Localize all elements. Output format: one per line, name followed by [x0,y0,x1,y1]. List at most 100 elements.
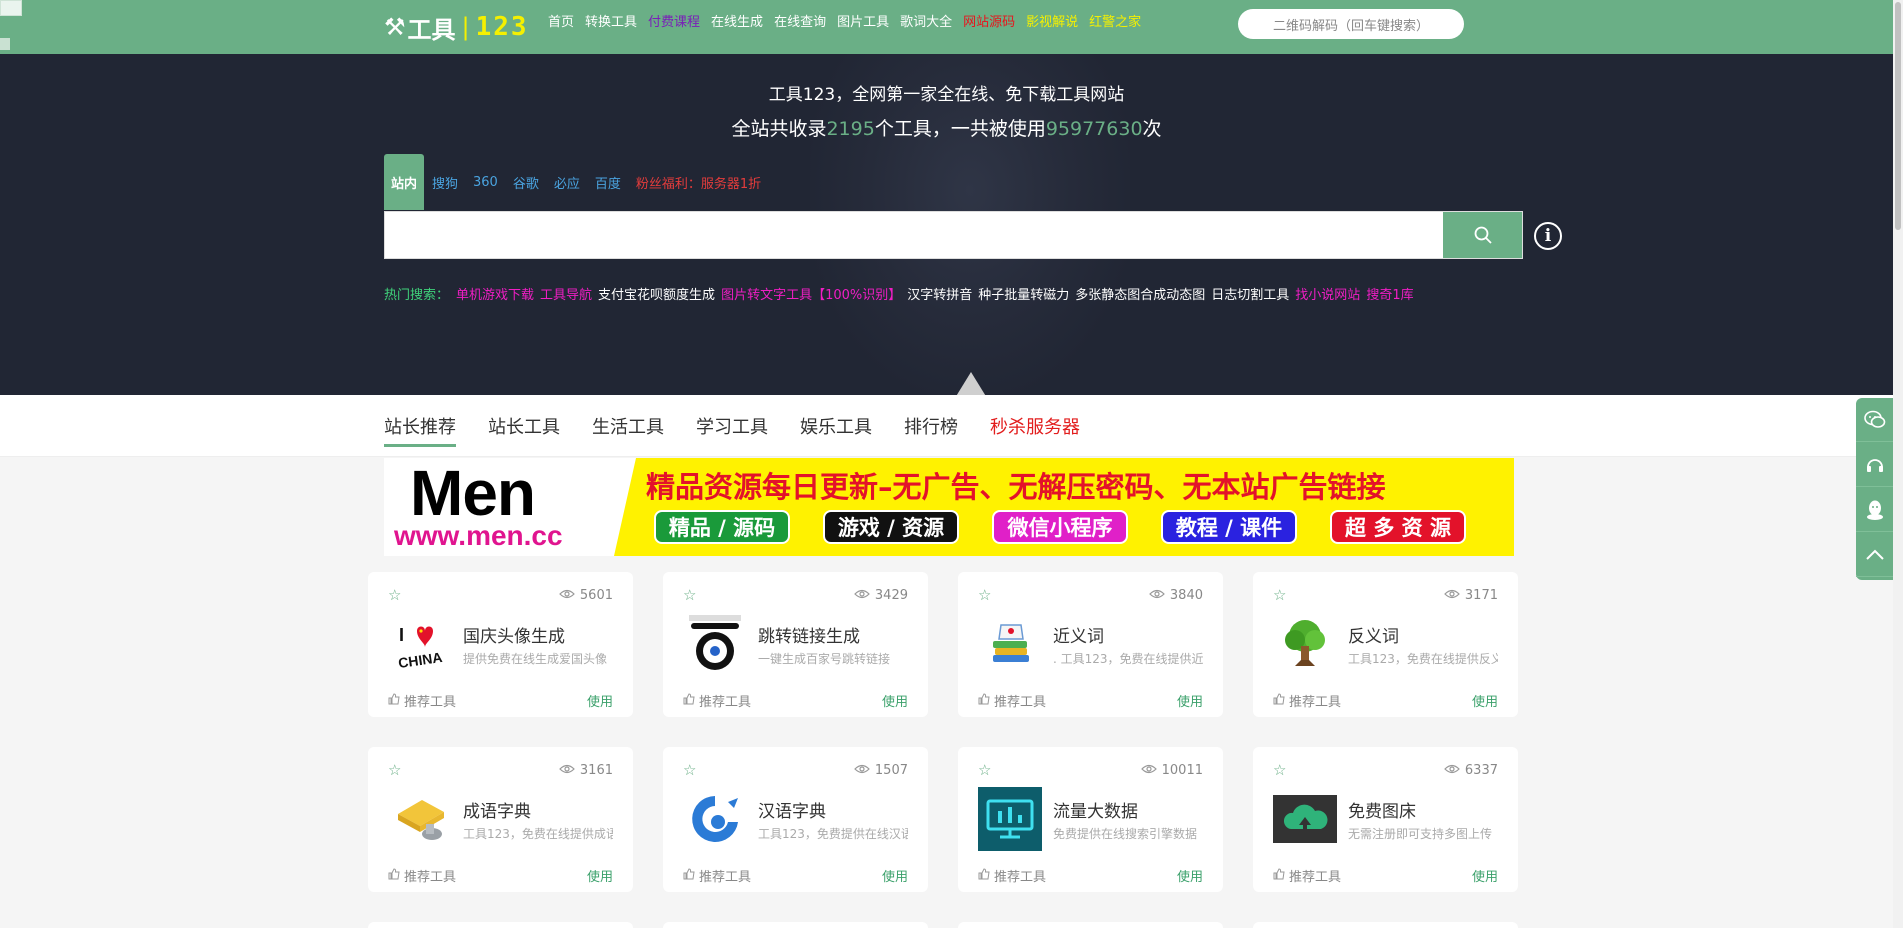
hot-search-link[interactable]: 多张静态图合成动态图 [1075,284,1205,303]
search-engine-tab[interactable]: 百度 [595,173,621,192]
search-engine-tab[interactable]: 搜狗 [432,173,458,192]
tool-card[interactable] [958,922,1223,928]
use-button[interactable]: 使用 [587,866,613,885]
hot-search-link[interactable]: 种子批量转磁力 [978,284,1069,303]
hot-search-link[interactable]: 单机游戏下载 [456,284,534,303]
tool-title[interactable]: 成语字典 [463,797,531,822]
top-search-input[interactable]: 二维码解码（回车键搜索） [1238,9,1464,39]
nav-link[interactable]: 首页 [548,14,574,32]
search-engine-tab[interactable]: 360 [473,175,498,190]
category-tab[interactable]: 秒杀服务器 [990,395,1080,457]
wechat-icon[interactable] [1856,398,1894,442]
tool-title[interactable]: 国庆头像生成 [463,622,565,647]
star-icon[interactable]: ☆ [978,586,991,604]
search-button[interactable] [1443,212,1522,258]
tool-card[interactable]: ☆ 3171 反义词工具123，免费在线提供反义词推荐工具 使用 [1253,572,1518,717]
star-icon[interactable]: ☆ [1273,761,1286,779]
hot-search-link[interactable]: 搜奇1库 [1366,284,1413,303]
use-button[interactable]: 使用 [882,691,908,710]
hot-search-link[interactable]: 找小说网站 [1295,284,1360,303]
thumbs-up-icon [978,867,994,884]
tool-card[interactable]: ☆ 10011 流量大数据 免费提供在线搜索引擎数据 推荐工具 使用 [958,747,1223,892]
hot-search-link[interactable]: 汉字转拼音 [907,284,972,303]
star-icon[interactable]: ☆ [388,586,401,604]
tool-card[interactable] [663,922,928,928]
nav-link[interactable]: 图片工具 [837,14,889,32]
view-count: 3161 [559,763,613,778]
corner-marker [0,38,10,50]
search-engine-tab[interactable]: 谷歌 [513,173,539,192]
star-icon[interactable]: ☆ [388,761,401,779]
hot-search-link[interactable]: 工具导航 [540,284,592,303]
ad-banner[interactable]: Men www.men.cc 精品资源每日更新–无广告、无解压密码、无本站广告链… [384,458,1514,556]
nav-link[interactable]: 网站源码 [963,14,1015,32]
star-icon[interactable]: ☆ [1273,586,1286,604]
category-tab[interactable]: 学习工具 [696,395,768,457]
nav-link[interactable]: 在线查询 [774,14,826,32]
qq-icon[interactable] [1856,488,1894,532]
banner-pill[interactable]: 超 多 资 源 [1330,510,1466,544]
info-icon[interactable]: i [1534,222,1562,250]
nav-link[interactable]: 在线生成 [711,14,763,32]
banner-pill[interactable]: 精品 / 源码 [654,510,790,544]
banner-pill[interactable]: 微信小程序 [992,510,1128,544]
tool-title[interactable]: 免费图床 [1348,797,1416,822]
promo-link[interactable]: 粉丝福利：服务器1折 [636,173,761,192]
tool-title[interactable]: 近义词 [1053,622,1104,647]
scrollbar-thumb[interactable] [1895,2,1901,230]
category-tab[interactable]: 生活工具 [592,395,664,457]
main-search-box [384,211,1523,259]
recommend-tag: 推荐工具 [388,866,456,885]
hot-search-link[interactable]: 日志切割工具 [1211,284,1289,303]
use-button[interactable]: 使用 [587,691,613,710]
use-button[interactable]: 使用 [1177,691,1203,710]
tool-card[interactable] [1253,922,1518,928]
banner-pill[interactable]: 教程 / 课件 [1161,510,1297,544]
tool-description: 工具123，免费在线提供反义词 [1348,652,1498,666]
tool-card[interactable]: ☆ 3429 跳转链接生成 一键生成百家号跳转链接 推荐工具 使用 [663,572,928,717]
site-logo[interactable]: ⚒ 工具 | 123 [384,10,529,44]
hot-search-link[interactable]: 图片转文字工具【100%识别】 [721,284,901,303]
tool-card[interactable]: ☆ 3840 近义词 . 工具123，免费在线提供近义词推荐工具 使用 [958,572,1223,717]
recommend-tag: 推荐工具 [978,691,1046,710]
logo-text: 工具 [407,15,456,44]
banner-url: www.men.cc [394,520,563,551]
banner-pill[interactable]: 游戏 / 资源 [823,510,959,544]
nav-link[interactable]: 转换工具 [585,14,637,32]
tool-title[interactable]: 汉语字典 [758,797,826,822]
dictionary-icon [388,787,452,851]
search-engine-tab[interactable]: 必应 [554,173,580,192]
headset-icon[interactable] [1856,443,1894,487]
hot-search-link[interactable]: 支付宝花呗额度生成 [598,284,715,303]
tool-card[interactable]: ☆ 3161 成语字典 工具123，免费在线提供成语 推荐工具 使用 [368,747,633,892]
tool-card[interactable]: ☆ 5601 I CHINA 国庆头像生成 提供免费在线生成爱国头像 推荐工具 使用 [368,572,633,717]
category-tab[interactable]: 站长推荐 [384,395,456,457]
use-button[interactable]: 使用 [882,866,908,885]
nav-link[interactable]: 红警之家 [1089,14,1141,32]
tool-card[interactable] [368,922,633,928]
category-tab[interactable]: 排行榜 [904,395,958,457]
star-icon[interactable]: ☆ [683,761,696,779]
use-button[interactable]: 使用 [1472,691,1498,710]
back-to-top-icon[interactable] [1856,533,1894,577]
category-tab[interactable]: 站长工具 [488,395,560,457]
top-navbar: ⚒ 工具 | 123 首页 转换工具 付费课程 在线生成 在线查询 图片工具 歌词大全 网站源… [0,0,1893,54]
star-icon[interactable]: ☆ [978,761,991,779]
use-button[interactable]: 使用 [1177,866,1203,885]
link-redirect-icon [683,612,747,676]
category-tab[interactable]: 娱乐工具 [800,395,872,457]
tool-title[interactable]: 跳转链接生成 [758,622,860,647]
tool-card[interactable]: ☆ 1507 汉语字典 工具123，免费提供在线汉语 推荐工具 使用 [663,747,928,892]
search-engine-tab[interactable]: 站内 [384,154,424,210]
tool-title[interactable]: 反义词 [1348,622,1399,647]
nav-link[interactable]: 歌词大全 [900,14,952,32]
tool-card[interactable]: ☆ 6337 免费图床 无需注册即可支持多图上传 推荐工具 使用 [1253,747,1518,892]
use-button[interactable]: 使用 [1472,866,1498,885]
main-search-input[interactable] [385,212,1443,258]
nav-link[interactable]: 影视解说 [1026,14,1078,32]
star-icon[interactable]: ☆ [683,586,696,604]
tool-description: . 工具123，免费在线提供近义词 [1053,652,1203,666]
tool-title[interactable]: 流量大数据 [1053,797,1138,822]
nav-link[interactable]: 付费课程 [648,14,700,32]
view-count: 3840 [1149,588,1203,603]
